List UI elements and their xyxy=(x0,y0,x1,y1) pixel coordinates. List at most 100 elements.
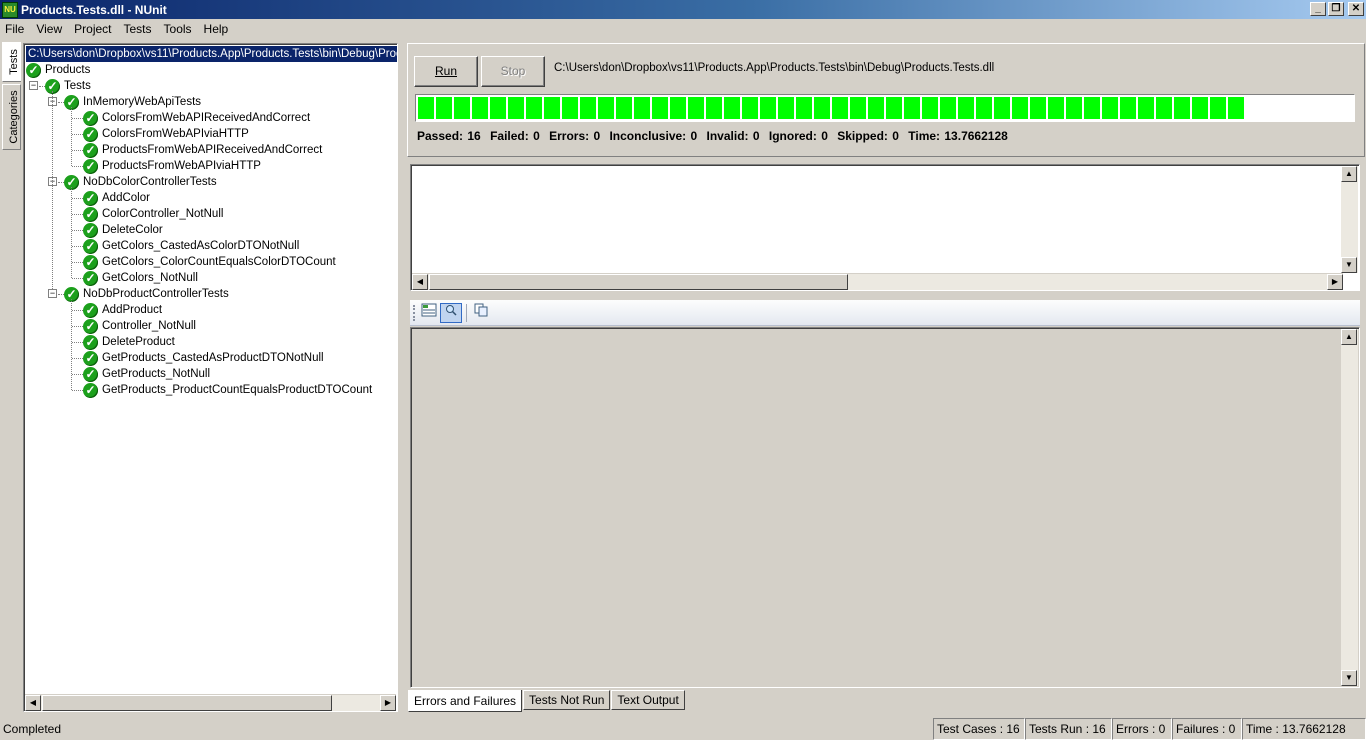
tree-node-test[interactable]: ✓ ProductsFromWebAPIReceivedAndCorrect xyxy=(83,142,322,158)
stat-failed: Failed: 0 xyxy=(490,129,540,143)
stack-trace-panel[interactable]: ▲ ▼ xyxy=(410,327,1360,688)
scroll-down-arrow-icon[interactable]: ▼ xyxy=(1341,670,1357,686)
tree-node-fixture[interactable]: ✓ NoDbColorControllerTests xyxy=(64,174,217,190)
menu-bar: File View Project Tests Tools Help xyxy=(0,19,1366,39)
progress-segment xyxy=(1084,97,1100,119)
menu-tools[interactable]: Tools xyxy=(158,22,198,36)
status-test-cases: Test Cases : 16 xyxy=(933,718,1025,740)
status-time: Time : 13.7662128 xyxy=(1242,718,1366,740)
toolbar-grip[interactable] xyxy=(413,305,415,321)
progress-segment xyxy=(652,97,668,119)
progress-segment xyxy=(454,97,470,119)
tree-node-test[interactable]: ✓ AddColor xyxy=(83,190,150,206)
collapse-toggle-icon[interactable]: − xyxy=(29,81,38,90)
menu-view[interactable]: View xyxy=(30,22,68,36)
menu-project[interactable]: Project xyxy=(68,22,117,36)
error-message-box[interactable]: ▲ ▼ ◀ ▶ xyxy=(410,164,1360,291)
tree-node-test[interactable]: ✓ GetProducts_NotNull xyxy=(83,366,210,382)
tree-node-label: GetProducts_CastedAsProductDTONotNull xyxy=(102,352,324,364)
tree-connector xyxy=(71,107,72,166)
passed-check-icon: ✓ xyxy=(83,238,98,254)
tree-node-label: ProductsFromWebAPIReceivedAndCorrect xyxy=(102,144,323,156)
tree-node-test[interactable]: ✓ GetColors_NotNull xyxy=(83,270,198,286)
tree-node-test[interactable]: ✓ AddProduct xyxy=(83,302,162,318)
tree-node-label: ColorsFromWebAPIReceivedAndCorrect xyxy=(102,112,311,124)
menu-help[interactable]: Help xyxy=(198,22,235,36)
tree-node-test[interactable]: ✓ GetProducts_CastedAsProductDTONotNull xyxy=(83,350,324,366)
passed-check-icon: ✓ xyxy=(83,110,98,126)
tree-connector xyxy=(72,310,83,311)
progress-segment xyxy=(436,97,452,119)
tree-node-test[interactable]: ✓ GetColors_ColorCountEqualsColorDTOCount xyxy=(83,254,336,270)
stat-skipped: Skipped: 0 xyxy=(837,129,899,143)
tab-tests-not-run[interactable]: Tests Not Run xyxy=(523,690,611,710)
scroll-left-arrow-icon[interactable]: ◀ xyxy=(412,274,428,290)
tab-errors-and-failures[interactable]: Errors and Failures xyxy=(408,690,523,712)
tree-node-fixture[interactable]: ✓ NoDbProductControllerTests xyxy=(64,286,229,302)
passed-check-icon: ✓ xyxy=(83,366,98,382)
scroll-left-arrow-icon[interactable]: ◀ xyxy=(25,695,41,711)
tree-node-test[interactable]: ✓ DeleteColor xyxy=(83,222,163,238)
run-button[interactable]: Run xyxy=(414,56,478,87)
scroll-right-arrow-icon[interactable]: ▶ xyxy=(1327,274,1343,290)
menu-tests[interactable]: Tests xyxy=(118,22,158,36)
tree-horizontal-scrollbar[interactable]: ◀ ▶ xyxy=(25,694,396,711)
output-vertical-scrollbar[interactable]: ▲ ▼ xyxy=(1341,329,1358,686)
tree-node-test[interactable]: ✓ ColorsFromWebAPIReceivedAndCorrect xyxy=(83,110,310,126)
minimize-button[interactable]: _ xyxy=(1310,2,1326,16)
progress-segment xyxy=(544,97,560,119)
tree-node-fixture[interactable]: ✓ InMemoryWebApiTests xyxy=(64,94,201,110)
tree-node-test[interactable]: ✓ DeleteProduct xyxy=(83,334,175,350)
scroll-up-arrow-icon[interactable]: ▲ xyxy=(1341,166,1357,182)
tree-connector xyxy=(72,262,83,263)
tree-connector xyxy=(58,294,64,295)
magnifier-icon[interactable] xyxy=(440,303,462,323)
scroll-up-arrow-icon[interactable]: ▲ xyxy=(1341,329,1357,345)
tree-connector xyxy=(72,214,83,215)
copy-icon[interactable] xyxy=(470,303,492,323)
test-tree[interactable]: C:\Users\don\Dropbox\vs11\Products.App\P… xyxy=(23,43,398,712)
passed-check-icon: ✓ xyxy=(83,222,98,238)
result-scroll-thumb[interactable] xyxy=(429,274,848,290)
tree-connector xyxy=(72,246,83,247)
tree-node-test[interactable]: ✓ Controller_NotNull xyxy=(83,318,196,334)
tree-node-test[interactable]: ✓ ColorController_NotNull xyxy=(83,206,223,222)
progress-segment xyxy=(1192,97,1208,119)
result-horizontal-scrollbar[interactable]: ◀ ▶ xyxy=(412,273,1343,290)
collapse-toggle-icon[interactable]: − xyxy=(48,289,57,298)
passed-check-icon: ✓ xyxy=(83,270,98,286)
progress-segment xyxy=(796,97,812,119)
tree-node-test[interactable]: ✓ GetColors_CastedAsColorDTONotNull xyxy=(83,238,299,254)
restore-button[interactable]: ❐ xyxy=(1328,2,1344,16)
tree-node-root[interactable]: ✓ Products xyxy=(26,62,90,78)
progress-bar xyxy=(415,94,1355,122)
tree-selected-path[interactable]: C:\Users\don\Dropbox\vs11\Products.App\P… xyxy=(26,46,397,62)
tree-node-test[interactable]: ✓ GetProducts_ProductCountEqualsProductDT… xyxy=(83,382,372,398)
tree-scroll-thumb[interactable] xyxy=(42,695,332,711)
tree-connector xyxy=(72,118,83,119)
tree-node-label: GetColors_NotNull xyxy=(102,272,198,284)
status-failures: Failures : 0 xyxy=(1172,718,1242,740)
progress-segment xyxy=(1066,97,1082,119)
scroll-down-arrow-icon[interactable]: ▼ xyxy=(1341,257,1357,273)
tab-tests-label: Tests xyxy=(8,49,20,75)
tree-connector xyxy=(72,278,83,279)
tree-connector xyxy=(72,150,83,151)
tree-node-test[interactable]: ✓ ColorsFromWebAPIviaHTTP xyxy=(83,126,249,142)
progress-segment xyxy=(724,97,740,119)
result-vertical-scrollbar[interactable]: ▲ ▼ xyxy=(1341,166,1358,273)
progress-segment xyxy=(526,97,542,119)
stop-button[interactable]: Stop xyxy=(481,56,545,87)
run-panel: Run Stop C:\Users\don\Dropbox\vs11\Produ… xyxy=(407,43,1365,157)
tree-node-test[interactable]: ✓ ProductsFromWebAPIviaHTTP xyxy=(83,158,261,174)
close-button[interactable]: ✕ xyxy=(1348,2,1364,16)
passed-check-icon: ✓ xyxy=(83,350,98,366)
progress-segment xyxy=(1138,97,1154,119)
display-format-icon[interactable] xyxy=(418,303,440,323)
tab-categories[interactable]: Categories xyxy=(2,84,21,150)
progress-segment xyxy=(814,97,830,119)
tab-tests[interactable]: Tests xyxy=(2,42,21,82)
scroll-right-arrow-icon[interactable]: ▶ xyxy=(380,695,396,711)
passed-check-icon: ✓ xyxy=(83,318,98,334)
tab-text-output[interactable]: Text Output xyxy=(611,690,685,710)
